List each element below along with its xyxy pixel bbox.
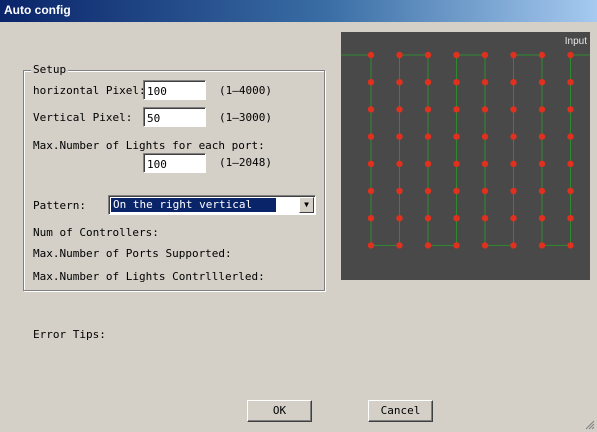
ok-button[interactable]: OK — [247, 400, 312, 422]
max-lights-per-port-label: Max.Number of Lights for each port: — [33, 139, 265, 152]
led-point — [396, 215, 403, 222]
led-point — [424, 51, 432, 59]
led-point — [453, 133, 460, 140]
led-point — [538, 106, 546, 113]
led-point — [567, 160, 574, 167]
led-point — [396, 133, 403, 140]
led-point — [367, 187, 375, 195]
led-point — [453, 160, 460, 167]
led-point — [424, 187, 432, 195]
led-point — [538, 79, 546, 86]
led-point — [481, 215, 489, 222]
led-point — [510, 160, 517, 167]
led-point — [367, 79, 375, 86]
led-point — [510, 133, 517, 140]
pattern-label: Pattern: — [33, 199, 86, 212]
led-point — [567, 187, 574, 195]
led-point — [538, 160, 546, 167]
num-controllers-label: Num of Controllers: — [33, 226, 159, 239]
led-point — [396, 79, 403, 86]
horizontal-pixel-range: (1—4000) — [219, 84, 272, 97]
led-point — [567, 133, 574, 140]
max-ports-supported-label: Max.Number of Ports Supported: — [33, 247, 232, 260]
led-point — [367, 160, 375, 167]
led-point — [367, 51, 375, 59]
led-point — [424, 242, 432, 249]
led-point — [481, 187, 489, 195]
led-point — [510, 242, 517, 249]
led-point — [424, 160, 432, 167]
led-point — [396, 51, 403, 59]
led-point — [367, 133, 375, 140]
led-point — [567, 215, 574, 222]
setup-group-legend: Setup — [31, 63, 69, 76]
pattern-select[interactable]: On the right vertical ▼ — [108, 195, 316, 215]
led-point — [453, 79, 460, 86]
led-point — [396, 242, 403, 249]
led-point — [567, 79, 574, 86]
dropdown-arrow-icon[interactable]: ▼ — [299, 197, 314, 213]
led-point — [538, 133, 546, 140]
led-grid-diagram — [341, 51, 590, 249]
led-point — [510, 106, 517, 113]
led-point — [453, 51, 460, 59]
led-point — [367, 106, 375, 113]
led-point — [424, 106, 432, 113]
led-point — [481, 51, 489, 59]
wiring-preview-panel: Input — [341, 32, 590, 280]
led-point — [481, 160, 489, 167]
cancel-button[interactable]: Cancel — [368, 400, 433, 422]
led-point — [510, 79, 517, 86]
led-point — [453, 187, 460, 195]
horizontal-pixel-label: horizontal Pixel: — [33, 84, 146, 97]
led-point — [567, 51, 574, 59]
led-point — [538, 187, 546, 195]
max-lights-per-port-input[interactable] — [143, 153, 206, 173]
window-title: Auto config — [4, 3, 71, 17]
led-point — [367, 242, 375, 249]
max-lights-per-port-range: (1—2048) — [219, 156, 272, 169]
vertical-pixel-range: (1—3000) — [219, 111, 272, 124]
led-point — [481, 242, 489, 249]
led-point — [510, 187, 517, 195]
led-point — [396, 106, 403, 113]
vertical-pixel-input[interactable] — [143, 107, 206, 127]
led-point — [567, 242, 574, 249]
led-point — [424, 79, 432, 86]
led-point — [424, 133, 432, 140]
led-point — [453, 215, 460, 222]
led-point — [424, 215, 432, 222]
led-point — [481, 79, 489, 86]
led-point — [367, 215, 375, 222]
led-point — [538, 51, 546, 59]
led-point — [538, 215, 546, 222]
vertical-pixel-label: Vertical Pixel: — [33, 111, 133, 124]
led-point — [567, 106, 574, 113]
horizontal-pixel-input[interactable] — [143, 80, 206, 100]
led-point — [453, 242, 460, 249]
dialog-body: Setup horizontal Pixel: (1—4000) Vertica… — [0, 22, 597, 432]
max-lights-controlled-label: Max.Number of Lights Contrlllerled: — [33, 270, 265, 283]
resize-grip-icon[interactable] — [585, 420, 595, 430]
title-bar: Auto config — [0, 0, 597, 22]
led-point — [510, 51, 517, 59]
led-point — [538, 242, 546, 249]
led-point — [396, 187, 403, 195]
led-point — [510, 215, 517, 222]
led-point — [396, 160, 403, 167]
led-point — [481, 106, 489, 113]
error-tips-label: Error Tips: — [33, 328, 106, 341]
led-point — [481, 133, 489, 140]
led-point — [453, 106, 460, 113]
pattern-selected-value: On the right vertical — [111, 198, 276, 212]
